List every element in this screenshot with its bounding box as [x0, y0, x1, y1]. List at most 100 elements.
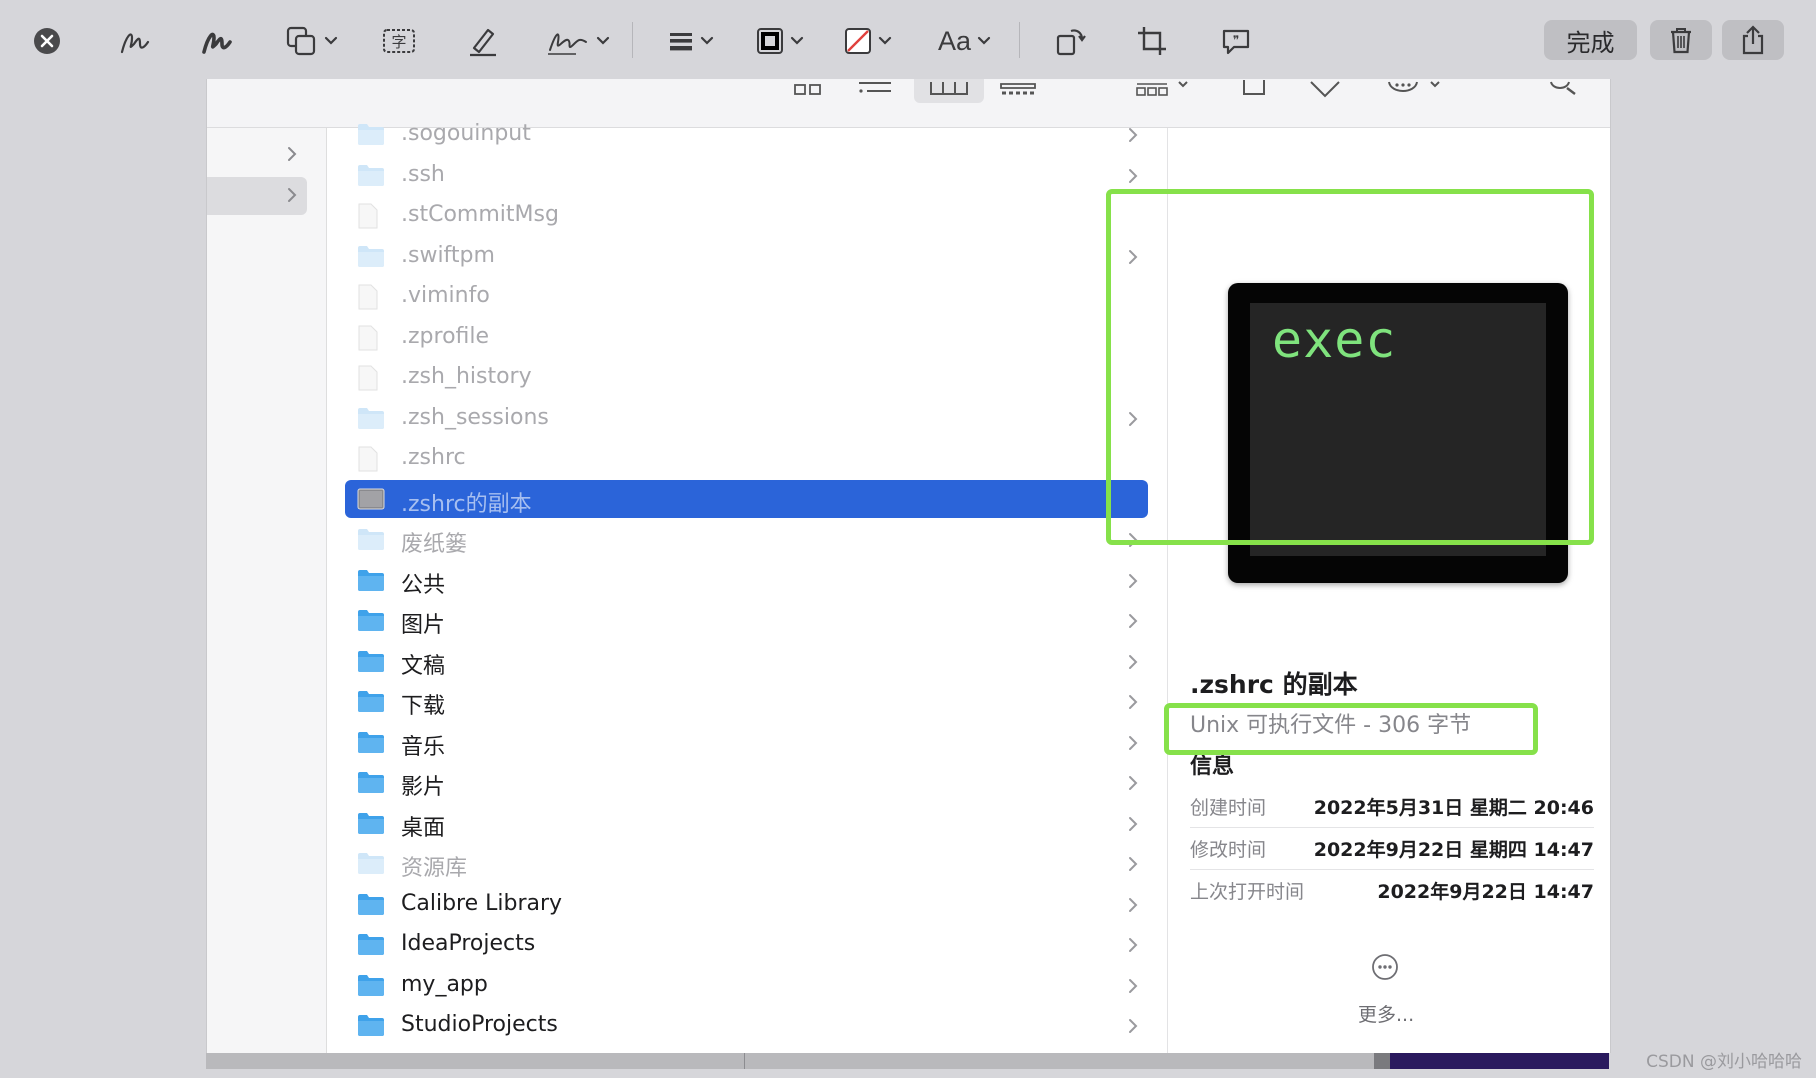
- annotation-rectangle-thumbnail[interactable]: [1106, 189, 1594, 545]
- file-row-selected[interactable]: .zshrc的副本: [327, 479, 1167, 520]
- speech-bubble-icon: ❞: [1222, 29, 1250, 55]
- draw-button[interactable]: [200, 18, 234, 64]
- file-row[interactable]: 影片: [327, 762, 1167, 803]
- delete-button[interactable]: [1650, 20, 1712, 60]
- rotate-button[interactable]: [1055, 18, 1087, 64]
- folder-icon: [357, 163, 385, 187]
- more-button-label[interactable]: 更多...: [1358, 1000, 1414, 1027]
- group-button[interactable]: [1135, 79, 1191, 99]
- fill-color-button[interactable]: [844, 18, 892, 64]
- folder-icon: [357, 892, 385, 916]
- file-row[interactable]: .sogouinput: [327, 114, 1167, 155]
- folder-icon: [357, 851, 385, 875]
- chevron-down-icon: [700, 36, 714, 45]
- file-row[interactable]: .zsh_sessions: [327, 398, 1167, 439]
- search-button[interactable]: [1547, 79, 1581, 99]
- column-view-button[interactable]: [929, 79, 969, 99]
- file-name: .zsh_sessions: [401, 404, 549, 430]
- markup-toolbar: 字 Aa ❞ 完成: [0, 0, 1816, 80]
- chevron-right-icon: [1129, 573, 1138, 588]
- more-icon[interactable]: [1371, 953, 1399, 981]
- done-button[interactable]: 完成: [1544, 20, 1637, 60]
- gallery-view-button[interactable]: [999, 79, 1037, 99]
- file-name: .zsh_history: [401, 364, 532, 389]
- sketch-button[interactable]: [118, 18, 152, 64]
- share-button[interactable]: [1722, 20, 1784, 60]
- file-row[interactable]: .ssh: [327, 155, 1167, 196]
- share-icon: [1742, 25, 1764, 55]
- info-row-last-opened: 上次打开时间 2022年9月22日 14:47: [1190, 869, 1594, 911]
- chevron-down-icon: [878, 36, 892, 45]
- description-button[interactable]: ❞: [1220, 18, 1252, 64]
- row-highlight: [345, 763, 1148, 802]
- info-label: 修改时间: [1190, 839, 1267, 861]
- fill-color-icon: [845, 28, 871, 54]
- line-style-icon: [670, 33, 692, 51]
- search-icon: [1550, 81, 1576, 95]
- document-icon: [357, 446, 385, 472]
- info-label: 上次打开时间: [1190, 881, 1305, 903]
- chevron-right-icon: [1129, 128, 1138, 142]
- file-row[interactable]: .zprofile: [327, 317, 1167, 358]
- file-row[interactable]: 下载: [327, 681, 1167, 722]
- sidebar-item[interactable]: [207, 136, 307, 174]
- icon-view-button[interactable]: [793, 79, 823, 99]
- text-box-button[interactable]: 字: [382, 18, 416, 64]
- file-name: 图片: [401, 613, 446, 638]
- chevron-right-icon: [1129, 816, 1138, 831]
- file-row[interactable]: Calibre Library: [327, 884, 1167, 925]
- file-row[interactable]: .stCommitMsg: [327, 195, 1167, 236]
- file-row[interactable]: 公共: [327, 560, 1167, 601]
- bottom-strip: [206, 1053, 1609, 1069]
- border-color-icon: [757, 28, 783, 54]
- shapes-button[interactable]: [284, 18, 338, 64]
- gallery-view-icon: [1000, 83, 1036, 95]
- row-highlight: [345, 642, 1148, 681]
- text-style-button[interactable]: Aa: [938, 18, 991, 64]
- info-label: 创建时间: [1190, 797, 1267, 819]
- file-row[interactable]: 图片: [327, 600, 1167, 641]
- sidebar-item-selected[interactable]: [207, 177, 307, 215]
- folder-icon: [357, 770, 385, 794]
- file-name: 音乐: [401, 734, 446, 760]
- file-row[interactable]: IdeaProjects: [327, 924, 1167, 965]
- file-name: IdeaProjects: [401, 931, 536, 956]
- share-toolbar-button[interactable]: [1241, 79, 1267, 99]
- line-style-button[interactable]: [668, 18, 714, 64]
- text-style-icon: Aa: [938, 25, 972, 56]
- highlight-button[interactable]: [466, 18, 500, 64]
- rotate-icon: [1056, 29, 1086, 56]
- highlight-icon: [470, 28, 496, 57]
- file-row[interactable]: 文稿: [327, 641, 1167, 682]
- file-row[interactable]: .viminfo: [327, 276, 1167, 317]
- file-row[interactable]: my_app: [327, 965, 1167, 1006]
- chevron-right-icon: [1129, 168, 1138, 183]
- sign-icon: [548, 33, 587, 55]
- file-row[interactable]: 资源库: [327, 843, 1167, 884]
- file-row[interactable]: 音乐: [327, 722, 1167, 763]
- sketch-icon: [120, 33, 150, 54]
- svg-text:字: 字: [391, 33, 406, 51]
- tag-button[interactable]: [1307, 79, 1343, 99]
- file-row[interactable]: .swiftpm: [327, 236, 1167, 277]
- file-name: 桌面: [401, 815, 446, 841]
- close-button[interactable]: [33, 18, 61, 64]
- file-row[interactable]: 桌面: [327, 803, 1167, 844]
- action-menu-button[interactable]: [1387, 79, 1447, 99]
- annotation-rectangle-file-kind[interactable]: [1164, 703, 1538, 755]
- border-color-button[interactable]: [756, 18, 804, 64]
- file-row[interactable]: .zsh_history: [327, 357, 1167, 398]
- folder-icon: [357, 122, 385, 146]
- chevron-right-icon: [288, 188, 297, 202]
- chevron-down-icon: [324, 36, 338, 45]
- sign-button[interactable]: [546, 18, 610, 64]
- file-row[interactable]: 废纸篓: [327, 519, 1167, 560]
- folder-icon: [357, 568, 385, 592]
- file-row[interactable]: .zshrc: [327, 438, 1167, 479]
- file-name: 废纸篓: [401, 532, 468, 557]
- file-row[interactable]: StudioProjects: [327, 1005, 1167, 1046]
- document-icon: [357, 284, 385, 310]
- share-icon: [1243, 80, 1265, 95]
- crop-button[interactable]: [1136, 18, 1168, 64]
- list-view-button[interactable]: [857, 79, 893, 99]
